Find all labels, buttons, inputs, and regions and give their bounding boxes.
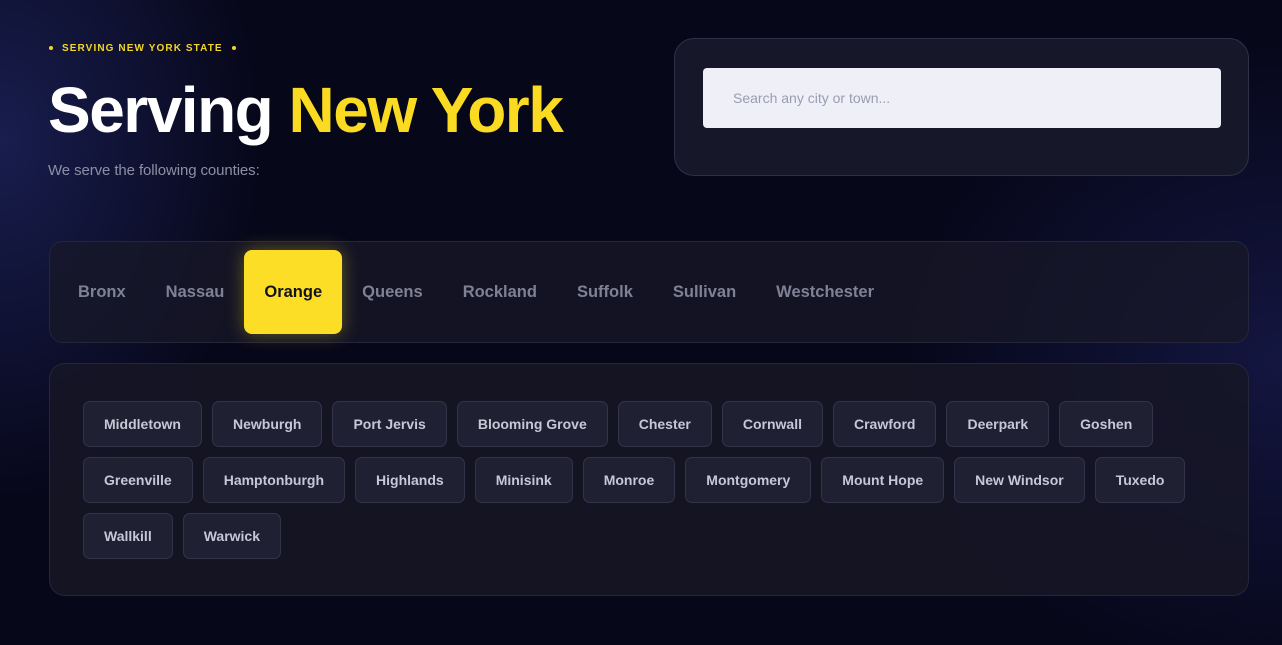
town-list: Middletown Newburgh Port Jervis Blooming Gr… bbox=[83, 401, 1213, 559]
county-tabs: Bronx Nassau Orange Queens Rockland Suffolk Su… bbox=[58, 250, 894, 334]
town-chip-highlands[interactable]: Highlands bbox=[355, 457, 465, 503]
town-chip-tuxedo[interactable]: Tuxedo bbox=[1094, 457, 1186, 503]
county-tabs-panel: Bronx Nassau Orange Queens Rockland Suffolk Su… bbox=[49, 241, 1249, 343]
eyebrow: SERVING NEW YORK STATE bbox=[49, 42, 236, 54]
town-chip-goshen[interactable]: Goshen bbox=[1059, 401, 1154, 447]
tab-nassau[interactable]: Nassau bbox=[146, 250, 245, 334]
town-chip-warwick[interactable]: Warwick bbox=[182, 513, 281, 559]
town-chip-monroe[interactable]: Monroe bbox=[582, 457, 676, 503]
eyebrow-dot-right bbox=[231, 46, 236, 50]
tab-suffolk[interactable]: Suffolk bbox=[557, 250, 653, 334]
tab-queens[interactable]: Queens bbox=[342, 250, 443, 334]
tab-westchester[interactable]: Westchester bbox=[756, 250, 894, 334]
town-chip-mount-hope[interactable]: Mount Hope bbox=[821, 457, 945, 503]
town-chip-chester[interactable]: Chester bbox=[617, 401, 712, 447]
tab-orange[interactable]: Orange bbox=[244, 250, 343, 334]
tab-sullivan[interactable]: Sullivan bbox=[653, 250, 756, 334]
towns-panel: Middletown Newburgh Port Jervis Blooming Gr… bbox=[49, 363, 1249, 596]
town-chip-minisink[interactable]: Minisink bbox=[474, 457, 573, 503]
town-chip-montgomery[interactable]: Montgomery bbox=[685, 457, 812, 503]
search-card bbox=[674, 38, 1249, 176]
town-chip-deerpark[interactable]: Deerpark bbox=[946, 401, 1050, 447]
tab-bronx[interactable]: Bronx bbox=[58, 250, 146, 334]
eyebrow-text: SERVING NEW YORK STATE bbox=[62, 42, 223, 54]
town-chip-wallkill[interactable]: Wallkill bbox=[83, 513, 173, 559]
town-chip-new-windsor[interactable]: New Windsor bbox=[954, 457, 1085, 503]
town-chip-port-jervis[interactable]: Port Jervis bbox=[332, 401, 447, 447]
eyebrow-dot-left bbox=[49, 46, 53, 50]
town-chip-hamptonburgh[interactable]: Hamptonburgh bbox=[202, 457, 346, 503]
page-title-highlight: New York bbox=[288, 74, 564, 146]
town-chip-crawford[interactable]: Crawford bbox=[833, 401, 937, 447]
page-title-part1: Serving bbox=[48, 74, 274, 146]
town-chip-greenville[interactable]: Greenville bbox=[83, 457, 193, 503]
tab-rockland[interactable]: Rockland bbox=[443, 250, 557, 334]
search-input[interactable] bbox=[703, 68, 1221, 128]
town-chip-blooming-grove[interactable]: Blooming Grove bbox=[456, 401, 608, 447]
town-chip-cornwall[interactable]: Cornwall bbox=[721, 401, 823, 447]
page-subtitle: We serve the following counties: bbox=[48, 162, 260, 179]
page-title: Serving New York bbox=[48, 74, 564, 146]
town-chip-middletown[interactable]: Middletown bbox=[83, 401, 202, 447]
town-chip-newburgh[interactable]: Newburgh bbox=[212, 401, 323, 447]
